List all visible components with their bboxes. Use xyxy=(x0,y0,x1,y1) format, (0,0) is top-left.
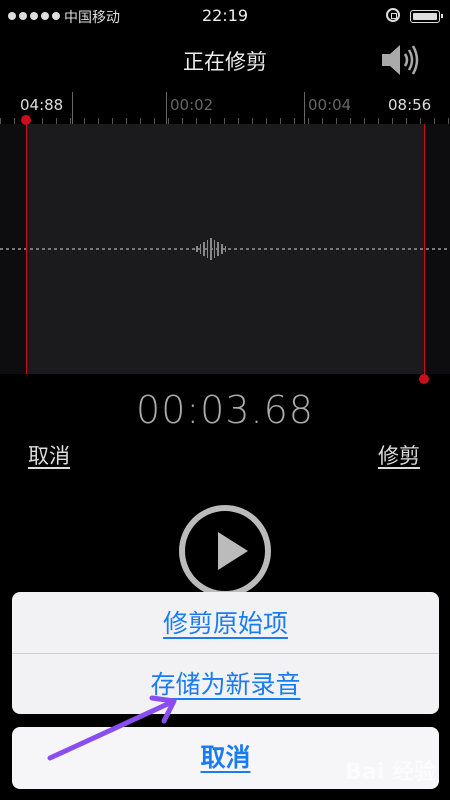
rotation-lock-icon xyxy=(386,8,400,22)
timeline-ruler: 04:88 00:02 00:04 08:56 xyxy=(0,92,450,124)
trim-end-knob[interactable] xyxy=(419,374,429,384)
timeline-mark: 00:02 xyxy=(170,96,214,114)
timeline-start-label: 04:88 xyxy=(20,96,64,114)
annotation-arrow-icon xyxy=(47,695,177,761)
cancel-button[interactable]: 取消 xyxy=(28,440,70,470)
elapsed-time: 00:03.68 xyxy=(136,388,314,432)
trim-button[interactable]: 修剪 xyxy=(378,440,420,470)
play-button[interactable] xyxy=(179,505,271,597)
waveform-peak xyxy=(196,236,227,262)
timeline-mark: 00:04 xyxy=(308,96,352,114)
trim-end-handle[interactable] xyxy=(424,124,425,378)
speaker-icon[interactable] xyxy=(380,42,420,78)
divider xyxy=(12,653,439,654)
timeline-end-label: 08:56 xyxy=(388,96,432,114)
status-bar: 中国移动 22:19 xyxy=(0,0,450,34)
watermark: Bai 经验 xyxy=(345,760,436,785)
play-icon xyxy=(218,532,248,570)
battery-icon xyxy=(410,10,443,23)
trim-original-option[interactable]: 修剪原始项 xyxy=(12,594,439,654)
trim-start-handle[interactable] xyxy=(26,120,27,374)
clock: 22:19 xyxy=(201,6,249,25)
trim-start-knob[interactable] xyxy=(21,115,31,125)
